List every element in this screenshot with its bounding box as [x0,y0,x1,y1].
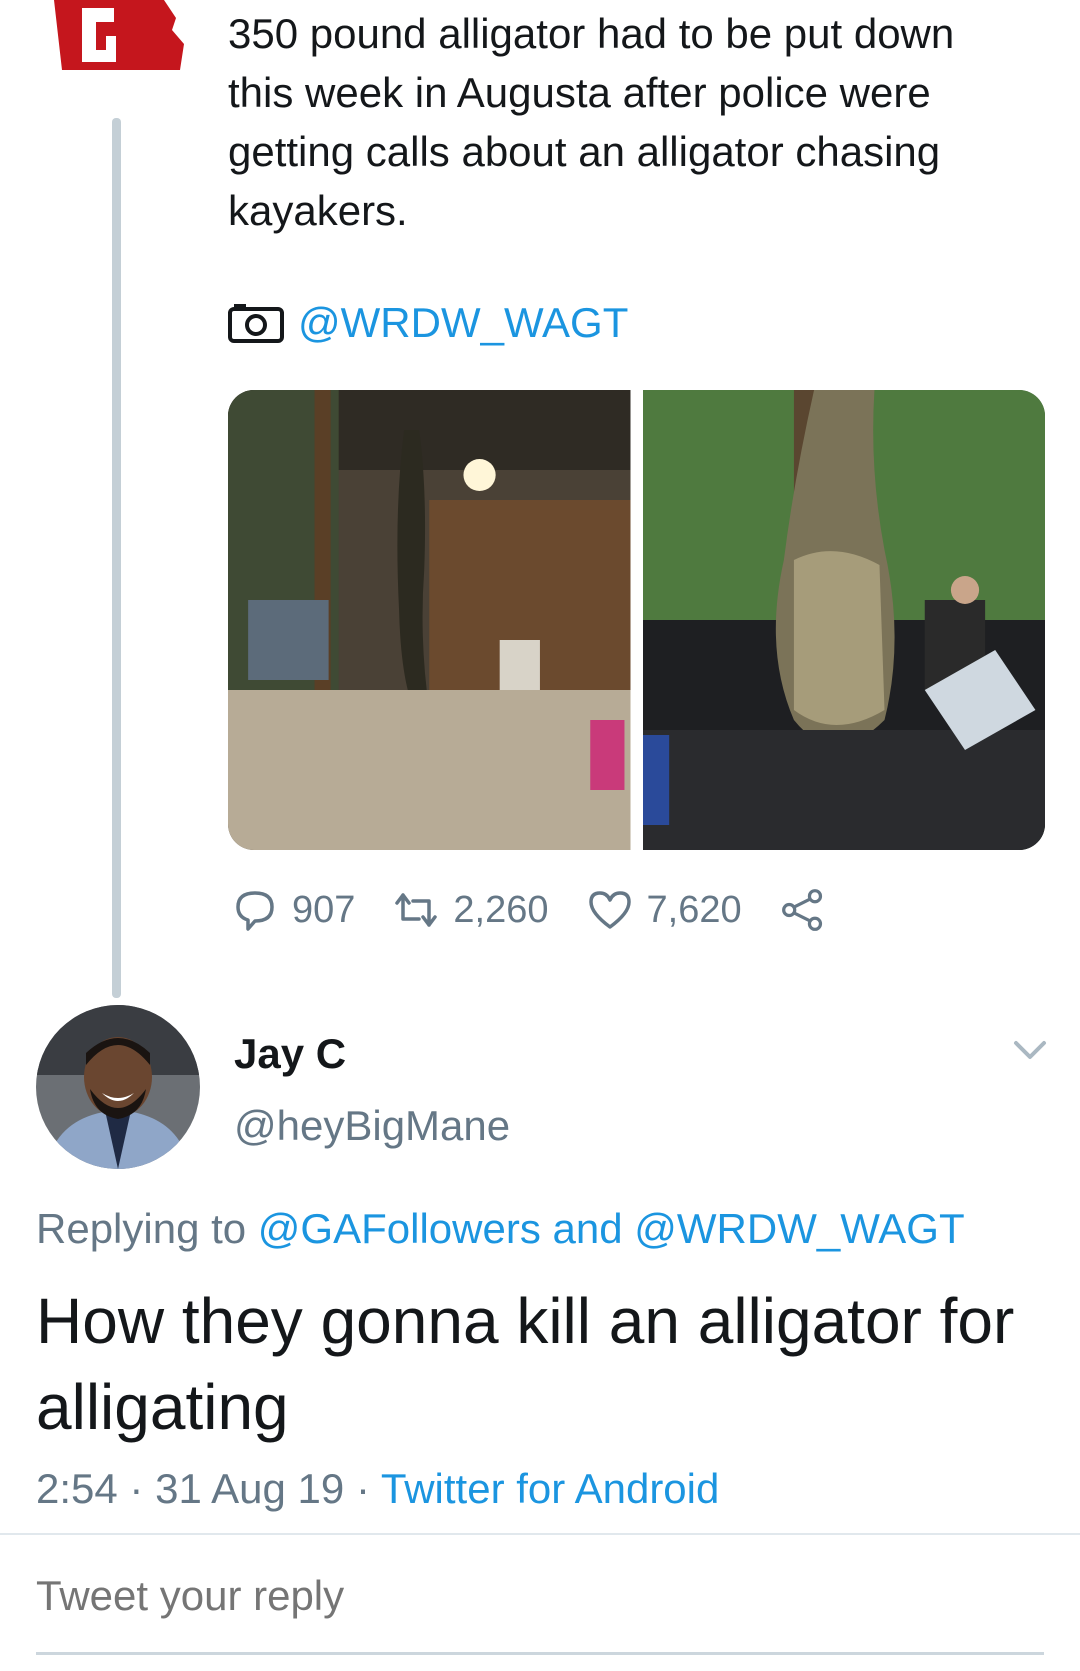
chevron-down-icon[interactable] [1010,1035,1050,1065]
replying-mention-2[interactable]: @WRDW_WAGT [634,1205,964,1252]
meta-separator-1: · [129,1465,144,1512]
reply-button[interactable]: 907 [232,887,355,933]
divider [0,1533,1080,1535]
media-photo-2[interactable] [642,390,1045,850]
thread-line [112,118,121,998]
tweet-date: 31 Aug 19 [155,1465,345,1512]
share-button[interactable] [780,887,826,933]
photo-credit-handle[interactable]: @WRDW_WAGT [298,299,628,347]
meta-separator-2: · [355,1465,370,1512]
tweet-source[interactable]: Twitter for Android [381,1465,719,1512]
reply-count: 907 [292,888,356,931]
like-button[interactable]: 7,620 [587,887,742,933]
tweet-meta: 2:54 · 31 Aug 19 · Twitter for Android [36,1465,719,1513]
retweet-icon [395,893,438,927]
replying-and: and [552,1205,623,1252]
tweet-time: 2:54 [36,1465,118,1512]
camera-icon [228,304,284,343]
user-handle[interactable]: @heyBigMane [234,1102,510,1150]
photo-credit: @WRDW_WAGT [228,298,628,348]
media-photo-1[interactable] [228,390,631,850]
georgia-logo-icon[interactable] [54,0,190,70]
reply-input-underline [36,1652,1044,1655]
media-gallery[interactable] [228,390,1045,850]
display-name[interactable]: Jay C [234,1030,346,1078]
reply-icon [236,891,274,931]
tweet-actions: 907 2,260 7,620 [232,882,864,938]
replying-to: Replying to @GAFollowers and @WRDW_WAGT [36,1205,965,1253]
tweet-text: 350 pound alligator had to be put down t… [228,10,955,234]
reply-text: How they gonna kill an alligator for all… [36,1285,1015,1443]
replying-mention-1[interactable]: @GAFollowers [258,1205,541,1252]
retweet-button[interactable]: 2,260 [393,887,549,933]
like-count: 7,620 [646,888,742,931]
retweet-count: 2,260 [453,888,549,931]
share-icon [781,889,822,931]
replying-prefix: Replying to [36,1205,247,1252]
avatar[interactable] [36,1005,200,1169]
like-icon [588,891,631,929]
reply-input[interactable] [36,1572,1036,1620]
